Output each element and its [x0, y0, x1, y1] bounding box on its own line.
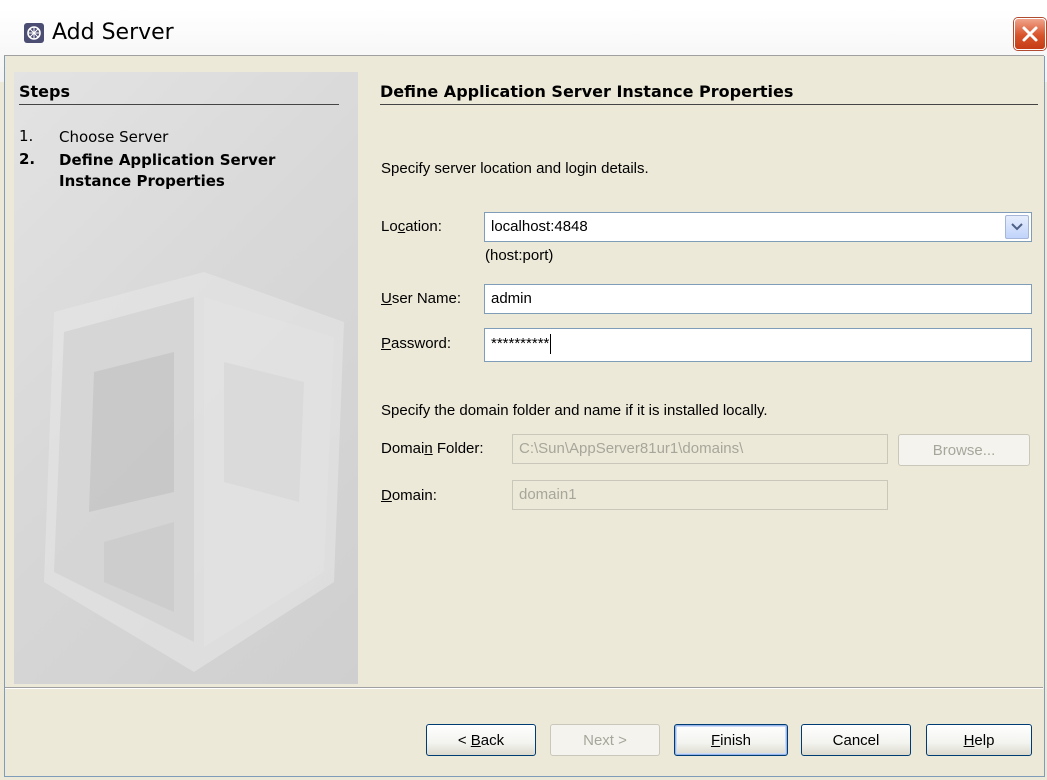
back-button[interactable]: < Back	[426, 724, 536, 756]
step-define-properties: 2. Define Application Server Instance Pr…	[19, 150, 349, 196]
domain-field[interactable]: domain1	[512, 480, 888, 510]
password-label: Password:	[381, 335, 452, 352]
netbeans-app-icon	[24, 23, 44, 43]
domain-folder-label: Domain Folder:	[381, 440, 484, 457]
text-cursor	[550, 334, 552, 354]
back-label: < Back	[457, 731, 505, 749]
help-label: Help	[963, 731, 995, 749]
cancel-label: Cancel	[832, 731, 880, 749]
add-server-dialog: Add Server Steps 1. Choose Server 2. Def…	[0, 0, 1047, 780]
cancel-button[interactable]: Cancel	[801, 724, 911, 756]
password-field[interactable]: **********	[484, 328, 1032, 362]
location-label: Location:	[381, 218, 442, 235]
close-button[interactable]	[1014, 18, 1046, 50]
title-divider	[380, 104, 1038, 105]
step-number: 2.	[19, 150, 36, 168]
step-label: Define Application Server Instance Prope…	[59, 151, 276, 190]
button-bar-divider-highlight	[5, 688, 1043, 689]
help-button[interactable]: Help	[926, 724, 1032, 756]
wizard-watermark-image	[44, 272, 344, 672]
steps-divider	[19, 104, 339, 105]
location-value: localhost:4848	[491, 218, 588, 235]
username-label: User Name:	[381, 290, 462, 307]
username-field[interactable]: admin	[484, 284, 1032, 314]
domain-instructions: Specify the domain folder and name if it…	[381, 402, 768, 419]
step-number: 1.	[19, 127, 34, 145]
close-icon	[1022, 26, 1038, 42]
dropdown-arrow-button[interactable]	[1005, 215, 1029, 239]
browse-button[interactable]: Browse...	[898, 434, 1030, 466]
browse-label: Browse...	[932, 441, 996, 459]
steps-heading: Steps	[19, 82, 70, 101]
location-hint: (host:port)	[485, 247, 554, 264]
password-value: **********	[491, 334, 550, 352]
page-title: Define Application Server Instance Prope…	[380, 82, 794, 101]
finish-button[interactable]: Finish	[674, 724, 788, 756]
finish-label: Finish	[710, 731, 752, 749]
domain-label: Domain:	[381, 487, 437, 504]
next-button[interactable]: Next >	[550, 724, 660, 756]
domain-folder-field[interactable]: C:\Sun\AppServer81ur1\domains\	[512, 434, 888, 464]
step-choose-server: 1. Choose Server	[19, 127, 349, 149]
location-instructions: Specify server location and login detail…	[381, 160, 649, 177]
location-combobox[interactable]: localhost:4848	[484, 212, 1032, 242]
step-label: Choose Server	[59, 128, 169, 146]
window-title: Add Server	[52, 20, 174, 45]
chevron-down-icon	[1011, 223, 1023, 231]
next-label: Next >	[583, 731, 627, 749]
